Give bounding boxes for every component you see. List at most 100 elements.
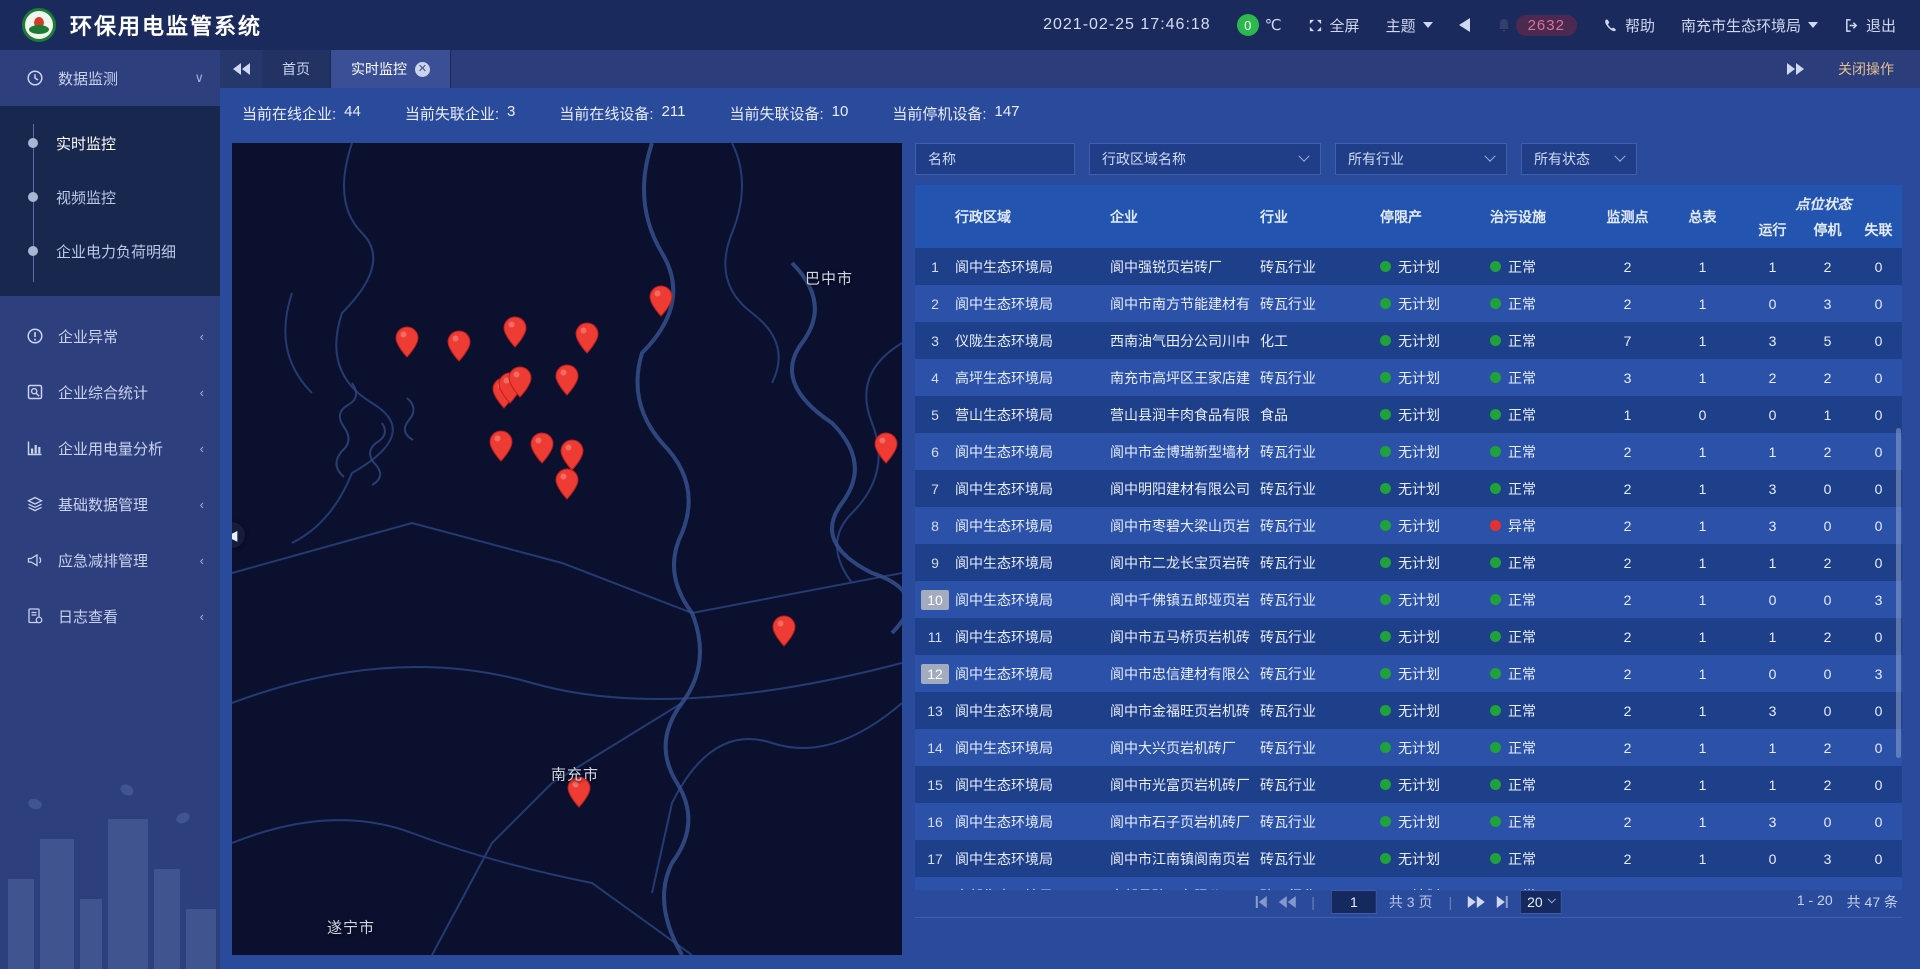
cell-facility-status: 正常: [1490, 729, 1595, 766]
sidebar-item-enterprise-statistics[interactable]: 企业综合统计 ‹: [0, 364, 220, 420]
map-marker-pin[interactable]: [555, 364, 579, 396]
row-number: 2: [921, 294, 949, 314]
submenu-dot-icon: [28, 192, 38, 202]
table-row[interactable]: 14 阆中生态环境局 阆中大兴页岩机砖厂 砖瓦行业 无计划 正常 2 1 1 2…: [915, 729, 1902, 766]
table-row[interactable]: 17 阆中生态环境局 阆中市江南镇阆南页岩 砖瓦行业 无计划 正常 2 1 0 …: [915, 840, 1902, 877]
tab-close-icon[interactable]: ✕: [415, 62, 430, 77]
table-row[interactable]: 15 阆中生态环境局 阆中市光富页岩机砖厂 砖瓦行业 无计划 正常 2 1 1 …: [915, 766, 1902, 803]
cell-region: 阆中生态环境局: [955, 655, 1110, 692]
sidebar-item-data-monitoring[interactable]: 数据监测 ∨: [0, 50, 220, 106]
status-dot: [1490, 557, 1501, 568]
map-marker-pin[interactable]: [508, 366, 532, 398]
table-row[interactable]: 18 南部生态环境局 南部县砖瓦有限公 砖瓦行业 无计划 正常 6 2 3 6 …: [915, 877, 1902, 890]
tab-home[interactable]: 首页: [262, 50, 331, 88]
cell-stop: 0: [1800, 692, 1855, 729]
last-page-button[interactable]: [1497, 896, 1508, 908]
map-marker-pin[interactable]: [530, 432, 554, 464]
map-marker-pin[interactable]: [489, 430, 513, 462]
sidebar-item-power-usage-analysis[interactable]: 企业用电量分析 ‹: [0, 420, 220, 476]
cell-lost: 0: [1855, 359, 1902, 396]
map-marker-pin[interactable]: [772, 615, 796, 647]
map-marker-pin[interactable]: [649, 285, 673, 317]
theme-dropdown[interactable]: 主题: [1386, 15, 1433, 36]
cell-lost: 0: [1855, 729, 1902, 766]
tabs-scroll-left-button[interactable]: [220, 50, 262, 88]
cell-run: 1: [1745, 544, 1800, 581]
cell-facility-status: 正常: [1490, 396, 1595, 433]
first-page-button[interactable]: [1255, 896, 1266, 908]
table-row[interactable]: 12 阆中生态环境局 阆中市忠信建材有限公 砖瓦行业 无计划 正常 2 1 0 …: [915, 655, 1902, 692]
prev-page-button[interactable]: [1278, 896, 1295, 908]
stat-stopped-devices: 当前停机设备:147: [892, 103, 1019, 124]
status-select[interactable]: 所有状态: [1521, 143, 1637, 175]
map-city-label: 遂宁市: [327, 917, 375, 938]
sidebar-item-emergency-reduction[interactable]: 应急减排管理 ‹: [0, 532, 220, 588]
sidebar-item-enterprise-abnormal[interactable]: 企业异常 ‹: [0, 308, 220, 364]
table-row[interactable]: 16 阆中生态环境局 阆中市石子页岩机砖厂 砖瓦行业 无计划 正常 2 1 3 …: [915, 803, 1902, 840]
logout-button[interactable]: 退出: [1844, 15, 1896, 36]
close-operations-button[interactable]: 关闭操作: [1838, 59, 1894, 79]
cell-meters: 1: [1660, 470, 1745, 507]
map-marker-pin[interactable]: [503, 316, 527, 348]
map-marker-pin[interactable]: [395, 326, 419, 358]
map-panel[interactable]: ◀: [232, 143, 902, 955]
cell-meters: 1: [1660, 692, 1745, 729]
sidebar-item-realtime-monitor[interactable]: 实时监控: [0, 116, 220, 170]
sidebar-item-base-data-management[interactable]: 基础数据管理 ‹: [0, 476, 220, 532]
cell-run: 1: [1745, 766, 1800, 803]
table-row[interactable]: 2 阆中生态环境局 阆中市南方节能建材有 砖瓦行业 无计划 正常 2 1 0 3…: [915, 285, 1902, 322]
help-button[interactable]: 帮助: [1603, 15, 1655, 36]
sidebar-item-log-view[interactable]: 日志查看 ‹: [0, 588, 220, 644]
name-search-field[interactable]: [915, 143, 1075, 175]
announcement-speaker-icon[interactable]: [1459, 18, 1470, 32]
table-row[interactable]: 7 阆中生态环境局 阆中明阳建材有限公司 砖瓦行业 无计划 正常 2 1 3 0…: [915, 470, 1902, 507]
status-dot: [1380, 557, 1391, 568]
cell-lost: 0: [1855, 285, 1902, 322]
tabs-scroll-right-button[interactable]: [1787, 63, 1804, 75]
next-page-button[interactable]: [1468, 896, 1485, 908]
table-row[interactable]: 10 阆中生态环境局 阆中千佛镇五郎垭页岩 砖瓦行业 无计划 正常 2 1 0 …: [915, 581, 1902, 618]
page-number-input[interactable]: 1: [1331, 890, 1377, 914]
table-row[interactable]: 3 仪陇生态环境局 西南油气田分公司川中 化工 无计划 正常 7 1 3 5 0: [915, 322, 1902, 359]
region-select[interactable]: 行政区域名称: [1089, 143, 1321, 175]
scrollbar-thumb[interactable]: [1896, 428, 1901, 758]
map-marker-pin[interactable]: [575, 322, 599, 354]
temperature-unit: ℃: [1265, 16, 1282, 34]
map-marker-pin[interactable]: [447, 330, 471, 362]
fullscreen-button[interactable]: 全屏: [1308, 15, 1360, 36]
status-dot: [1490, 372, 1501, 383]
user-dropdown[interactable]: 南充市生态环境局: [1681, 15, 1818, 36]
cell-run: 0: [1745, 840, 1800, 877]
cell-points: 7: [1595, 322, 1660, 359]
cell-lost: 0: [1855, 877, 1902, 890]
table-row[interactable]: 8 阆中生态环境局 阆中市枣碧大梁山页岩 砖瓦行业 无计划 异常 2 1 3 0…: [915, 507, 1902, 544]
table-row[interactable]: 5 营山生态环境局 营山县润丰肉食品有限 食品 无计划 正常 1 0 0 1 0: [915, 396, 1902, 433]
map-marker-pin[interactable]: [874, 432, 898, 464]
cell-limit-status: 无计划: [1380, 803, 1490, 840]
table-row[interactable]: 1 阆中生态环境局 阆中强锐页岩砖厂 砖瓦行业 无计划 正常 2 1 1 2 0: [915, 248, 1902, 285]
map-marker-pin[interactable]: [560, 439, 584, 471]
page-size-select[interactable]: 20: [1520, 890, 1562, 914]
row-number: 17: [921, 849, 949, 869]
cell-company: 阆中强锐页岩砖厂: [1110, 248, 1260, 285]
cell-stop: 6: [1800, 877, 1855, 890]
map-marker-pin[interactable]: [555, 468, 579, 500]
cell-industry: 砖瓦行业: [1260, 581, 1380, 618]
industry-select[interactable]: 所有行业: [1335, 143, 1507, 175]
notification-widget[interactable]: 2632: [1496, 15, 1577, 36]
cell-points: 2: [1595, 729, 1660, 766]
sidebar-item-power-load-detail[interactable]: 企业电力负荷明细: [0, 224, 220, 278]
layers-icon: [26, 495, 44, 513]
table-row[interactable]: 11 阆中生态环境局 阆中市五马桥页岩机砖 砖瓦行业 无计划 正常 2 1 1 …: [915, 618, 1902, 655]
cell-limit-status: 无计划: [1380, 877, 1490, 890]
tab-realtime-monitor[interactable]: 实时监控 ✕: [331, 50, 451, 88]
stats-bar: 当前在线企业:44 当前失联企业:3 当前在线设备:211 当前失联设备:10 …: [220, 88, 1920, 138]
name-search-input[interactable]: [928, 151, 1062, 167]
status-dot: [1490, 816, 1501, 827]
table-row[interactable]: 9 阆中生态环境局 阆中市二龙长宝页岩砖 砖瓦行业 无计划 正常 2 1 1 2…: [915, 544, 1902, 581]
sidebar-item-video-monitor[interactable]: 视频监控: [0, 170, 220, 224]
table-row[interactable]: 6 阆中生态环境局 阆中市金博瑞新型墙材 砖瓦行业 无计划 正常 2 1 1 2…: [915, 433, 1902, 470]
table-row[interactable]: 13 阆中生态环境局 阆中市金福旺页岩机砖 砖瓦行业 无计划 正常 2 1 3 …: [915, 692, 1902, 729]
table-row[interactable]: 4 高坪生态环境局 南充市高坪区王家店建 砖瓦行业 无计划 正常 3 1 2 2…: [915, 359, 1902, 396]
cell-meters: 1: [1660, 322, 1745, 359]
